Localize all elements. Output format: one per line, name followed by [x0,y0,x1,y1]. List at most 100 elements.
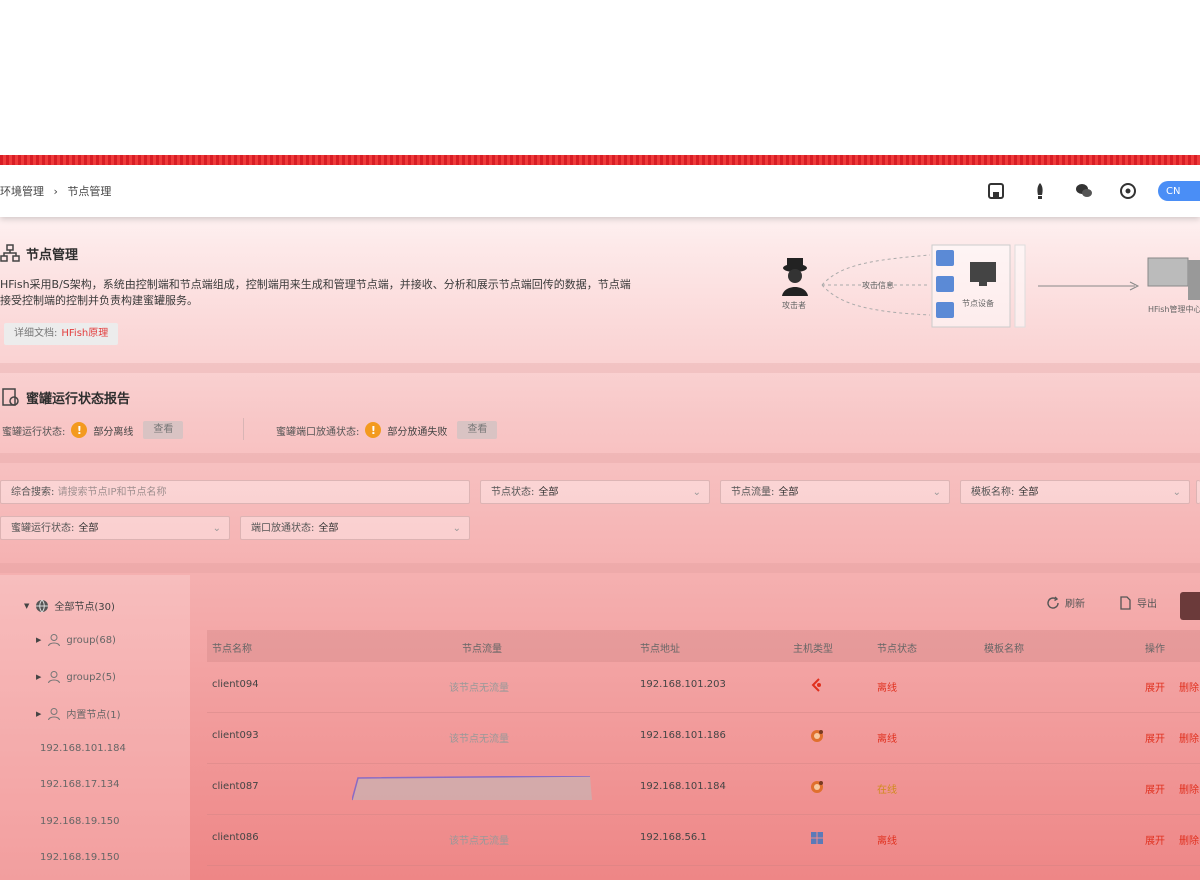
tree-item-ip[interactable]: 192.168.19.150 [40,852,120,863]
run-status-value: 部分离线 [93,426,134,438]
honeypot-status-select[interactable]: 蜜罐运行状态: 全部 ⌄ [0,516,230,540]
expand-link[interactable]: 展开 [1145,832,1165,847]
honeypot-status-label: 蜜罐运行状态: [11,523,75,534]
intro-description: HFish采用B/S架构，系统由控制端和节点端组成，控制端用来生成和管理节点端，… [0,278,631,307]
tree-ip-label: 192.168.19.150 [40,852,120,863]
search-placeholder: 请搜索节点IP和节点名称 [57,487,167,498]
table-row[interactable]: client093 该节点无流量 192.168.101.186 离线 展开 删… [207,713,1200,764]
expand-link[interactable]: 展开 [1145,781,1165,796]
top-header: 环境管理 › 节点管理 CN [0,165,1200,217]
globe-icon [36,599,49,612]
tree-item-ip[interactable]: 192.168.101.184 [40,743,126,754]
node-traffic: 该节点无流量 [449,836,509,847]
ubuntu-icon [811,730,823,742]
tree-item-group[interactable]: ▶ group(68) [36,633,116,647]
port-status-value: 部分放通失败 [387,426,448,438]
breadcrumb-item-env[interactable]: 环境管理 [0,185,44,198]
refresh-icon [1047,596,1059,609]
attacker-label: 攻击者 [782,301,806,310]
doc-link-box: 详细文档: HFish原理 [4,323,119,345]
col-header: 主机类型 [793,644,833,655]
node-address: 192.168.101.186 [640,730,726,741]
delete-link[interactable]: 删除 [1179,679,1199,694]
port-status-label: 蜜罐端口放通状态: [276,426,360,438]
node-status: 离线 [877,683,897,694]
port-status-view-button[interactable]: 查看 [457,421,498,439]
template-value: 全部 [1018,487,1039,498]
add-node-button[interactable] [1180,592,1200,620]
node-tree-icon [0,244,20,262]
table-row[interactable]: client086 该节点无流量 192.168.56.1 离线 展开 删除 [207,815,1200,866]
expand-link[interactable]: 展开 [1145,730,1165,745]
honeypot-icons [936,250,954,318]
delete-link[interactable]: 删除 [1179,832,1199,847]
rocket-icon[interactable] [1018,177,1062,205]
refresh-button[interactable]: 刷新 [1046,595,1085,610]
nodes-table: 节点名称 节点流量 节点地址 主机类型 节点状态 模板名称 操作 client0… [207,630,1200,866]
caret-right-icon: ▶ [36,636,42,644]
col-header: 节点名称 [212,644,252,655]
run-status-row: 蜜罐运行状态: ! 部分离线 查看 [2,420,184,440]
node-address: 192.168.56.1 [640,832,707,843]
port-filter-value: 全部 [318,523,339,534]
app-window: 环境管理 › 节点管理 CN 节点管理 HFish采用B/S架构，系统由控制端和… [0,165,1200,880]
node-status-label: 节点状态: [491,487,535,498]
intro-title-text: 节点管理 [26,247,79,263]
tree-item-all[interactable]: ▼ 全部节点(30) [24,598,115,613]
section-divider-1 [0,363,1200,373]
attacker-icon [782,258,808,296]
attack-info-label: 攻击信息 [862,281,894,290]
intro-title: 节点管理 [0,243,78,263]
template-select[interactable]: 模板名称: 全部 ⌄ [960,480,1190,504]
top-red-border [0,155,1200,165]
template-label: 模板名称: [971,487,1015,498]
col-header: 节点状态 [877,644,917,655]
settings-icon[interactable] [1106,177,1150,205]
tree-item-group[interactable]: ▶ 内置节点(1) [36,706,121,721]
node-name: client086 [212,832,259,843]
tree-group-label: 内置节点(1) [66,710,121,721]
honeypot-status-value: 全部 [78,523,99,534]
tree-group-label: group(68) [66,634,116,646]
col-header: 模板名称 [984,644,1024,655]
wechat-icon[interactable] [1062,177,1106,205]
run-status-label: 蜜罐运行状态: [2,426,66,438]
section-divider-2 [0,453,1200,463]
search-input[interactable]: 综合搜索: 请搜索节点IP和节点名称 [0,480,470,504]
tree-group-label: group2(5) [66,671,116,683]
node-status-select[interactable]: 节点状态: 全部 ⌄ [480,480,710,504]
mgmt-label: HFish管理中心 [1148,305,1200,314]
node-traffic-select[interactable]: 节点流量: 全部 ⌄ [720,480,950,504]
node-name: client087 [212,781,259,792]
node-traffic: 该节点无流量 [449,734,509,745]
table-row[interactable]: client087 192.168.101.184 在线 展开 删除 [207,764,1200,815]
expand-link[interactable]: 展开 [1145,679,1165,694]
caret-right-icon: ▶ [36,673,42,681]
col-header: 节点地址 [640,644,680,655]
tree-item-group[interactable]: ▶ group2(5) [36,670,116,684]
chevron-down-icon: ⌄ [212,523,221,534]
table-row[interactable]: client094 该节点无流量 192.168.101.203 离线 展开 删… [207,662,1200,713]
debian-icon [811,678,821,692]
node-address: 192.168.101.203 [640,679,726,690]
export-label: 导出 [1137,599,1157,610]
search-label: 综合搜索: [11,487,55,498]
save-icon[interactable] [974,177,1018,205]
delete-link[interactable]: 删除 [1179,781,1199,796]
port-status-row: 蜜罐端口放通状态: ! 部分放通失败 查看 [276,420,498,440]
export-button[interactable]: 导出 [1118,595,1157,610]
node-device-label: 节点设备 [962,299,994,308]
table-header: 节点名称 节点流量 节点地址 主机类型 节点状态 模板名称 操作 [207,630,1200,662]
user-icon [48,671,61,684]
node-status-value: 全部 [538,487,559,498]
architecture-diagram: 攻击者 攻击信息 节点设备 HFish管理中心 [770,240,1200,330]
port-status-select[interactable]: 端口放通状态: 全部 ⌄ [240,516,470,540]
language-toggle[interactable]: CN [1158,181,1200,201]
run-status-view-button[interactable]: 查看 [143,421,184,439]
doc-link[interactable]: HFish原理 [61,328,108,339]
tree-item-ip[interactable]: 192.168.17.134 [40,779,120,790]
chevron-down-icon: ⌄ [932,487,941,498]
delete-link[interactable]: 删除 [1179,730,1199,745]
tree-item-ip[interactable]: 192.168.19.150 [40,816,120,827]
chevron-down-icon: ⌄ [692,487,701,498]
